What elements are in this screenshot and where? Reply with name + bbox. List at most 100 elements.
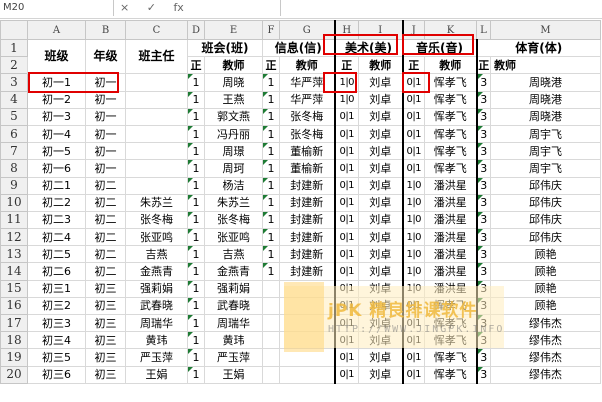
cell-subj4-split[interactable]: 0|1 xyxy=(401,73,425,92)
header-subj5[interactable]: 体育(体) xyxy=(475,38,601,58)
cell-grade[interactable]: 初二 xyxy=(85,228,126,247)
cell-subj3-split[interactable]: 0|1 xyxy=(333,245,359,264)
cell-subj1-teacher[interactable]: 冯丹丽 xyxy=(204,124,263,144)
cell-subj4-split[interactable]: 1|0 xyxy=(401,210,425,230)
subheader-zheng[interactable]: 正 xyxy=(475,56,491,75)
cell-subj4-teacher[interactable]: 恽孝飞 xyxy=(424,313,477,333)
cell-class[interactable]: 初三3 xyxy=(27,313,86,333)
column-header-K[interactable]: K xyxy=(424,20,477,40)
cell-subj1-count[interactable]: 1 xyxy=(187,176,205,195)
cell-subj4-split[interactable]: 0|1 xyxy=(401,142,425,161)
column-header-M[interactable]: M xyxy=(490,20,601,40)
cell-subj5-teacher[interactable]: 缪伟杰 xyxy=(490,331,601,350)
row-header[interactable]: 12 xyxy=(0,228,28,247)
cell-subj5-count[interactable]: 3 xyxy=(475,331,491,350)
column-header-A[interactable]: A xyxy=(27,20,86,40)
cell-subj4-teacher[interactable]: 潘洪星 xyxy=(424,279,477,298)
cell-subj1-teacher[interactable]: 周瑞华 xyxy=(204,313,263,333)
cell-subj5-teacher[interactable]: 缪伟杰 xyxy=(490,348,601,367)
cell-subj1-count[interactable]: 1 xyxy=(187,296,205,316)
cell-subj5-teacher[interactable]: 邱伟庆 xyxy=(490,210,601,230)
cell-subj3-split[interactable]: 0|1 xyxy=(333,159,359,178)
cell-subj3-split[interactable]: 0|1 xyxy=(333,348,359,367)
cell-subj5-teacher[interactable]: 周晓港 xyxy=(490,107,601,126)
row-header[interactable]: 11 xyxy=(0,210,28,230)
cell-class[interactable]: 初三1 xyxy=(27,279,86,298)
cell-subj2-teacher[interactable] xyxy=(279,279,335,298)
cell-subj2-count[interactable]: 1 xyxy=(262,73,280,92)
cell-subj4-teacher[interactable]: 恽孝飞 xyxy=(424,348,477,367)
cell-subj4-split[interactable]: 0|1 xyxy=(401,159,425,178)
column-header-C[interactable]: C xyxy=(125,20,188,40)
cell-subj2-teacher[interactable] xyxy=(279,365,335,384)
cell-subj1-count[interactable]: 1 xyxy=(187,124,205,144)
cell-grade[interactable]: 初二 xyxy=(85,262,126,281)
cell-subj3-teacher[interactable]: 刘卓 xyxy=(358,90,403,109)
cell-subj4-teacher[interactable]: 潘洪星 xyxy=(424,245,477,264)
cell-subj5-teacher[interactable]: 周宇飞 xyxy=(490,142,601,161)
cell-subj3-teacher[interactable]: 刘卓 xyxy=(358,296,403,316)
cell-head-teacher[interactable]: 王娟 xyxy=(125,365,188,384)
cell-class[interactable]: 初二6 xyxy=(27,262,86,281)
cell-subj4-teacher[interactable]: 恽孝飞 xyxy=(424,90,477,109)
row-header[interactable]: 15 xyxy=(0,279,28,298)
cell-subj4-split[interactable]: 1|0 xyxy=(401,193,425,212)
cell-subj3-split[interactable]: 0|1 xyxy=(333,296,359,316)
cell-subj3-split[interactable]: 0|1 xyxy=(333,279,359,298)
cell-subj1-count[interactable]: 1 xyxy=(187,245,205,264)
cell-class[interactable]: 初一1 xyxy=(27,73,86,92)
cell-head-teacher[interactable] xyxy=(125,124,188,144)
cell-subj4-teacher[interactable]: 恽孝飞 xyxy=(424,124,477,144)
row-header[interactable]: 9 xyxy=(0,176,28,195)
header-grade[interactable]: 年级 xyxy=(85,38,126,75)
cell-subj4-split[interactable]: 1|0 xyxy=(401,245,425,264)
column-header-F[interactable]: F xyxy=(262,20,280,40)
cell-subj3-split[interactable]: 0|1 xyxy=(333,365,359,384)
cell-subj5-count[interactable]: 3 xyxy=(475,107,491,126)
cell-subj5-count[interactable]: 3 xyxy=(475,296,491,316)
cell-subj3-teacher[interactable]: 刘卓 xyxy=(358,142,403,161)
cell-subj2-teacher[interactable]: 封建新 xyxy=(279,176,335,195)
column-header-H[interactable]: H xyxy=(333,20,359,40)
cell-subj2-teacher[interactable]: 华严萍 xyxy=(279,90,335,109)
cell-subj1-teacher[interactable]: 张冬梅 xyxy=(204,210,263,230)
cell-subj2-count[interactable] xyxy=(262,348,280,367)
cell-subj1-teacher[interactable]: 王燕 xyxy=(204,90,263,109)
cell-head-teacher[interactable]: 金燕青 xyxy=(125,262,188,281)
cell-subj2-count[interactable] xyxy=(262,296,280,316)
cell-subj1-count[interactable]: 1 xyxy=(187,90,205,109)
cell-subj5-teacher[interactable]: 顾艳 xyxy=(490,296,601,316)
cell-subj2-count[interactable] xyxy=(262,313,280,333)
header-subj1[interactable]: 班会(班) xyxy=(187,38,263,58)
cell-subj1-teacher[interactable]: 武春晓 xyxy=(204,296,263,316)
cell-subj2-count[interactable] xyxy=(262,331,280,350)
cell-subj5-count[interactable]: 3 xyxy=(475,365,491,384)
cell-subj3-teacher[interactable]: 刘卓 xyxy=(358,279,403,298)
header-class[interactable]: 班级 xyxy=(27,38,86,75)
cell-subj3-split[interactable]: 1|0 xyxy=(333,73,359,92)
cell-subj1-teacher[interactable]: 周晓 xyxy=(204,73,263,92)
cell-subj2-count[interactable]: 1 xyxy=(262,90,280,109)
cell-subj4-split[interactable]: 1|0 xyxy=(401,279,425,298)
cell-class[interactable]: 初二5 xyxy=(27,245,86,264)
cell-subj4-teacher[interactable]: 恽孝飞 xyxy=(424,142,477,161)
cell-subj5-teacher[interactable]: 周宇飞 xyxy=(490,159,601,178)
header-subj4[interactable]: 音乐(音) xyxy=(401,38,477,58)
cell-subj4-teacher[interactable]: 恽孝飞 xyxy=(424,73,477,92)
cell-class[interactable]: 初一4 xyxy=(27,124,86,144)
column-header-B[interactable]: B xyxy=(85,20,126,40)
cell-grade[interactable]: 初三 xyxy=(85,331,126,350)
cell-subj3-split[interactable]: 0|1 xyxy=(333,107,359,126)
cell-subj3-split[interactable]: 0|1 xyxy=(333,210,359,230)
cell-subj3-split[interactable]: 0|1 xyxy=(333,262,359,281)
header-subj2[interactable]: 信息(信) xyxy=(262,38,335,58)
cell-grade[interactable]: 初三 xyxy=(85,348,126,367)
cell-subj3-teacher[interactable]: 刘卓 xyxy=(358,245,403,264)
cell-head-teacher[interactable] xyxy=(125,90,188,109)
cell-subj5-count[interactable]: 3 xyxy=(475,348,491,367)
cell-subj5-count[interactable]: 3 xyxy=(475,124,491,144)
cell-subj2-count[interactable]: 1 xyxy=(262,142,280,161)
column-header-L[interactable]: L xyxy=(476,20,491,40)
header-subj3[interactable]: 美术(美) xyxy=(333,38,403,58)
cell-subj4-teacher[interactable]: 潘洪星 xyxy=(424,262,477,281)
